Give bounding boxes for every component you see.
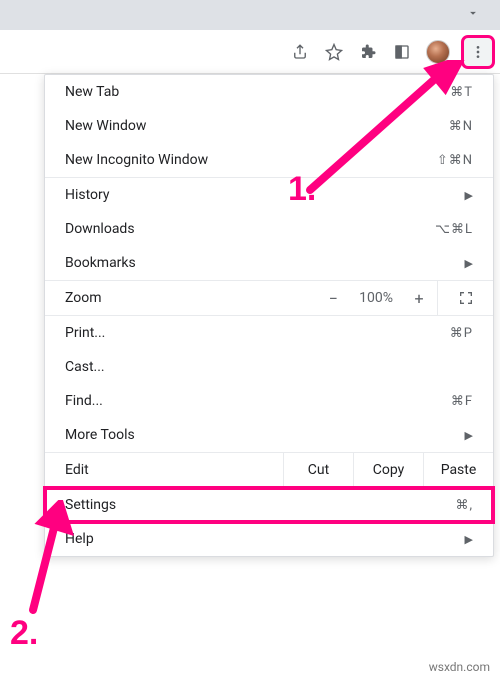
menu-label: New Tab (65, 84, 119, 100)
chevron-right-icon: ▶ (465, 429, 473, 442)
menu-help[interactable]: Help ▶ (45, 522, 493, 556)
reading-list-icon[interactable] (392, 42, 412, 62)
fullscreen-button[interactable] (437, 281, 493, 315)
puzzle-icon[interactable] (358, 42, 378, 62)
menu-bookmarks[interactable]: Bookmarks ▶ (45, 246, 493, 280)
menu-label: Find... (65, 393, 103, 409)
annotation-label-2: 2. (10, 614, 38, 653)
share-icon[interactable] (290, 42, 310, 62)
menu-downloads[interactable]: Downloads ⌥⌘L (45, 212, 493, 246)
zoom-out-button[interactable]: − (323, 289, 343, 308)
menu-settings[interactable]: Settings ⌘, (45, 488, 493, 522)
watermark: wsxdn.com (429, 660, 490, 674)
menu-label: New Window (65, 118, 146, 134)
menu-label: Edit (45, 453, 283, 487)
menu-label: Zoom (45, 290, 323, 306)
chevron-down-icon[interactable] (466, 6, 480, 24)
menu-shortcut: ⌘F (451, 394, 473, 409)
tab-strip (0, 0, 500, 30)
menu-shortcut: ⌘P (450, 326, 473, 341)
menu-label: Cast... (65, 359, 105, 375)
menu-print[interactable]: Print... ⌘P (45, 316, 493, 350)
menu-cast[interactable]: Cast... (45, 350, 493, 384)
menu-label: Print... (65, 325, 105, 341)
menu-label: New Incognito Window (65, 152, 208, 168)
chevron-right-icon: ▶ (465, 533, 473, 546)
menu-label: Downloads (65, 221, 135, 237)
zoom-percent: 100% (359, 290, 393, 306)
menu-more-tools[interactable]: More Tools ▶ (45, 418, 493, 452)
chevron-right-icon: ▶ (465, 257, 473, 270)
menu-find[interactable]: Find... ⌘F (45, 384, 493, 418)
star-icon[interactable] (324, 42, 344, 62)
menu-shortcut: ⌥⌘L (435, 222, 473, 237)
edit-paste-button[interactable]: Paste (423, 453, 493, 487)
edit-copy-button[interactable]: Copy (353, 453, 423, 487)
menu-label: History (65, 187, 110, 203)
menu-shortcut: ⌘, (455, 498, 473, 513)
annotation-arrow-2 (18, 500, 78, 620)
zoom-in-button[interactable]: + (409, 289, 429, 308)
menu-edit: Edit Cut Copy Paste (45, 452, 493, 488)
menu-label: More Tools (65, 427, 135, 443)
menu-zoom: Zoom − 100% + (45, 280, 493, 316)
annotation-label-1: 1. (288, 170, 316, 209)
annotation-arrow-1 (290, 60, 470, 210)
edit-cut-button[interactable]: Cut (283, 453, 353, 487)
menu-label: Bookmarks (65, 255, 136, 271)
